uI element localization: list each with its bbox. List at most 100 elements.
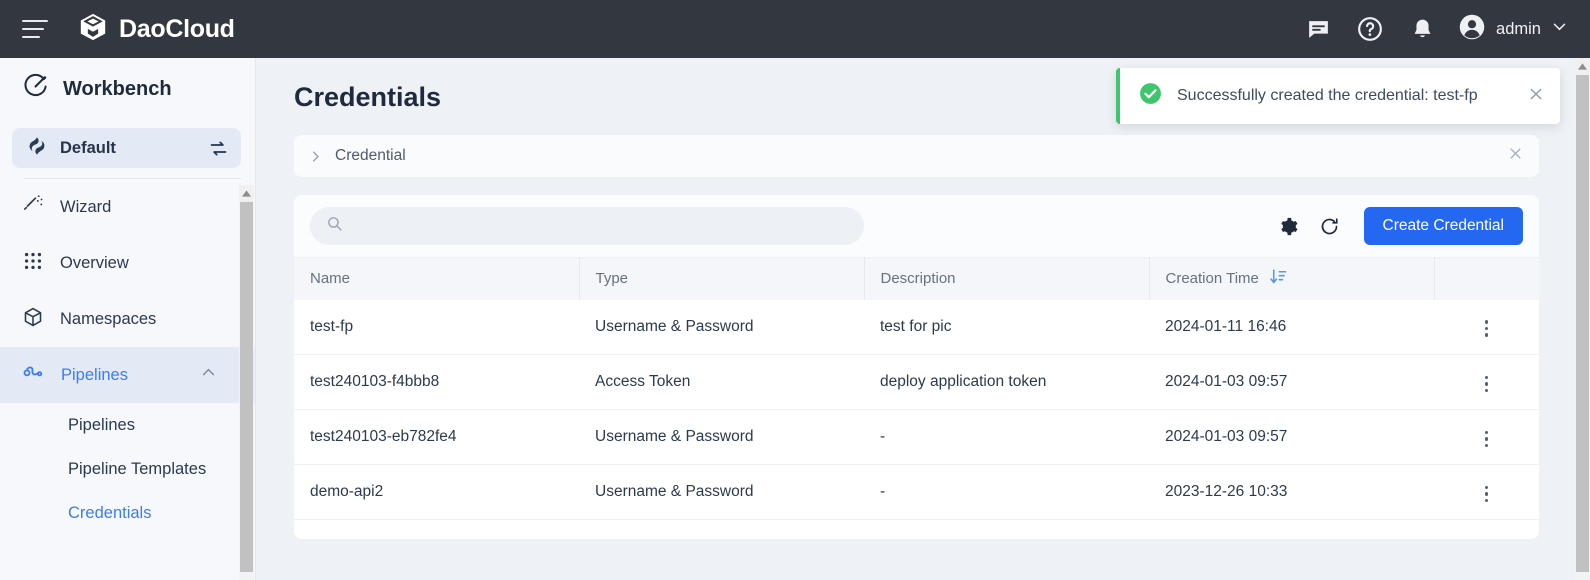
row-actions-menu-icon[interactable] [1479, 370, 1495, 399]
pipeline-icon [22, 361, 45, 389]
sidebar-item-pipelines[interactable]: Pipelines [0, 347, 255, 403]
sidebar-scrollbar[interactable] [239, 185, 254, 580]
workbench-icon [22, 73, 49, 105]
cell-actions [1434, 355, 1539, 410]
wand-icon [22, 194, 44, 221]
column-header-name[interactable]: Name [294, 258, 579, 300]
close-icon[interactable] [1508, 146, 1523, 166]
close-icon[interactable] [1528, 86, 1544, 107]
page-scrollbar-thumb[interactable] [1576, 75, 1589, 572]
cell-creation-time: 2024-01-03 09:57 [1149, 410, 1434, 465]
cell-description: deploy application token [864, 355, 1149, 410]
sidebar-item-wizard[interactable]: Wizard [0, 179, 255, 235]
scroll-up-arrow-icon[interactable] [239, 185, 254, 202]
switch-workspace-icon[interactable] [208, 138, 229, 159]
cell-creation-time: 2023-12-26 10:33 [1149, 465, 1434, 520]
user-name: admin [1496, 20, 1541, 39]
cell-name: demo-api2 [294, 465, 579, 520]
sidebar-item-label: Wizard [60, 199, 111, 216]
table-row[interactable]: test240103-eb782fe4 Username & Password … [294, 410, 1539, 465]
top-navigation-bar: DaoCloud [0, 0, 1590, 58]
topbar-actions: admin [1292, 0, 1568, 58]
cell-actions [1434, 465, 1539, 520]
row-actions-menu-icon[interactable] [1479, 480, 1495, 509]
filter-panel-label: Credential [335, 147, 406, 165]
column-label: Creation Time [1166, 270, 1259, 287]
cell-type: Username & Password [579, 410, 864, 465]
table-row[interactable]: test-fp Username & Password test for pic… [294, 300, 1539, 355]
chevron-right-icon[interactable] [308, 149, 323, 164]
cell-type: Access Token [579, 355, 864, 410]
page-scrollbar[interactable] [1575, 58, 1590, 580]
hamburger-menu-icon[interactable] [22, 20, 48, 38]
chat-icon[interactable] [1292, 0, 1344, 58]
cube-icon [22, 306, 44, 333]
table-row[interactable]: demo-api2 Username & Password - 2023-12-… [294, 465, 1539, 520]
cell-name: demo-api [294, 520, 579, 540]
sidebar-subitem-label: Credentials [68, 504, 151, 523]
row-actions-menu-icon[interactable] [1479, 314, 1495, 343]
sidebar-item-overview[interactable]: Overview [0, 235, 255, 291]
sidebar-subitem-label: Pipeline Templates [68, 460, 206, 479]
brand-logo[interactable]: DaoCloud [78, 12, 235, 47]
column-label: Description [881, 270, 956, 287]
sidebar-default-label: Default [60, 139, 116, 158]
cell-name: test240103-eb782fe4 [294, 410, 579, 465]
sidebar-item-default[interactable]: Default [12, 128, 241, 168]
sidebar-item-label: Namespaces [60, 311, 156, 328]
sidebar-item-namespaces[interactable]: Namespaces [0, 291, 255, 347]
refresh-icon[interactable] [1319, 216, 1340, 237]
table-row[interactable]: demo-api Access Token - 2023-12-26 10:25 [294, 520, 1539, 540]
toolbar-actions: Create Credential [1278, 207, 1523, 245]
sidebar-subitem-label: Pipelines [68, 416, 135, 435]
row-actions-menu-icon[interactable] [1479, 535, 1495, 539]
grid-dots-icon [22, 250, 44, 277]
table-header-row: Name Type Description Creation Time [294, 258, 1539, 300]
cell-description: - [864, 410, 1149, 465]
column-header-creation-time[interactable]: Creation Time [1149, 258, 1434, 300]
search-box[interactable] [310, 207, 864, 245]
search-input[interactable] [353, 218, 833, 235]
column-header-type[interactable]: Type [579, 258, 864, 300]
credentials-card: Create Credential Name Type Description [294, 195, 1539, 539]
sidebar-subitem-pipelines[interactable]: Pipelines [0, 403, 255, 447]
sidebar-subitem-pipeline-templates[interactable]: Pipeline Templates [0, 447, 255, 491]
notification-bell-icon[interactable] [1396, 0, 1448, 58]
column-header-description[interactable]: Description [864, 258, 1149, 300]
sort-descending-icon[interactable] [1269, 267, 1288, 290]
credentials-table: Name Type Description Creation Time [294, 257, 1539, 539]
cell-actions [1434, 520, 1539, 540]
toast-message: Successfully created the credential: tes… [1177, 87, 1478, 105]
brand-name: DaoCloud [119, 15, 235, 44]
cell-description: - [864, 520, 1149, 540]
success-toast: Successfully created the credential: tes… [1116, 68, 1560, 124]
sidebar-workbench-header[interactable]: Workbench [0, 58, 255, 120]
sidebar-item-label: Pipelines [61, 367, 128, 384]
create-credential-button[interactable]: Create Credential [1364, 207, 1523, 245]
chevron-down-icon[interactable] [1551, 18, 1568, 40]
sidebar-scrollbar-thumb[interactable] [240, 202, 253, 572]
column-label: Type [596, 270, 629, 287]
table-row[interactable]: test240103-f4bbb8 Access Token deploy ap… [294, 355, 1539, 410]
sidebar: Workbench Default Wizard [0, 58, 256, 580]
chevron-up-icon[interactable] [200, 364, 217, 386]
table-body: test-fp Username & Password test for pic… [294, 300, 1539, 540]
main-content: Credentials Credential [256, 58, 1575, 580]
scroll-up-arrow-icon[interactable] [1575, 58, 1590, 75]
help-icon[interactable] [1344, 0, 1396, 58]
cell-description: - [864, 465, 1149, 520]
check-circle-icon [1138, 81, 1163, 111]
user-menu[interactable]: admin [1448, 13, 1568, 46]
search-icon [326, 215, 343, 237]
cell-creation-time: 2024-01-03 09:57 [1149, 355, 1434, 410]
table-header: Name Type Description Creation Time [294, 258, 1539, 300]
cell-actions [1434, 300, 1539, 355]
gear-icon[interactable] [1278, 216, 1299, 237]
row-actions-menu-icon[interactable] [1479, 425, 1495, 454]
avatar [1458, 13, 1486, 46]
cell-type: Access Token [579, 520, 864, 540]
daocloud-cube-icon [78, 12, 108, 47]
cell-actions [1434, 410, 1539, 465]
sidebar-subitem-credentials[interactable]: Credentials [0, 491, 255, 535]
credential-filter-panel[interactable]: Credential [294, 135, 1539, 177]
